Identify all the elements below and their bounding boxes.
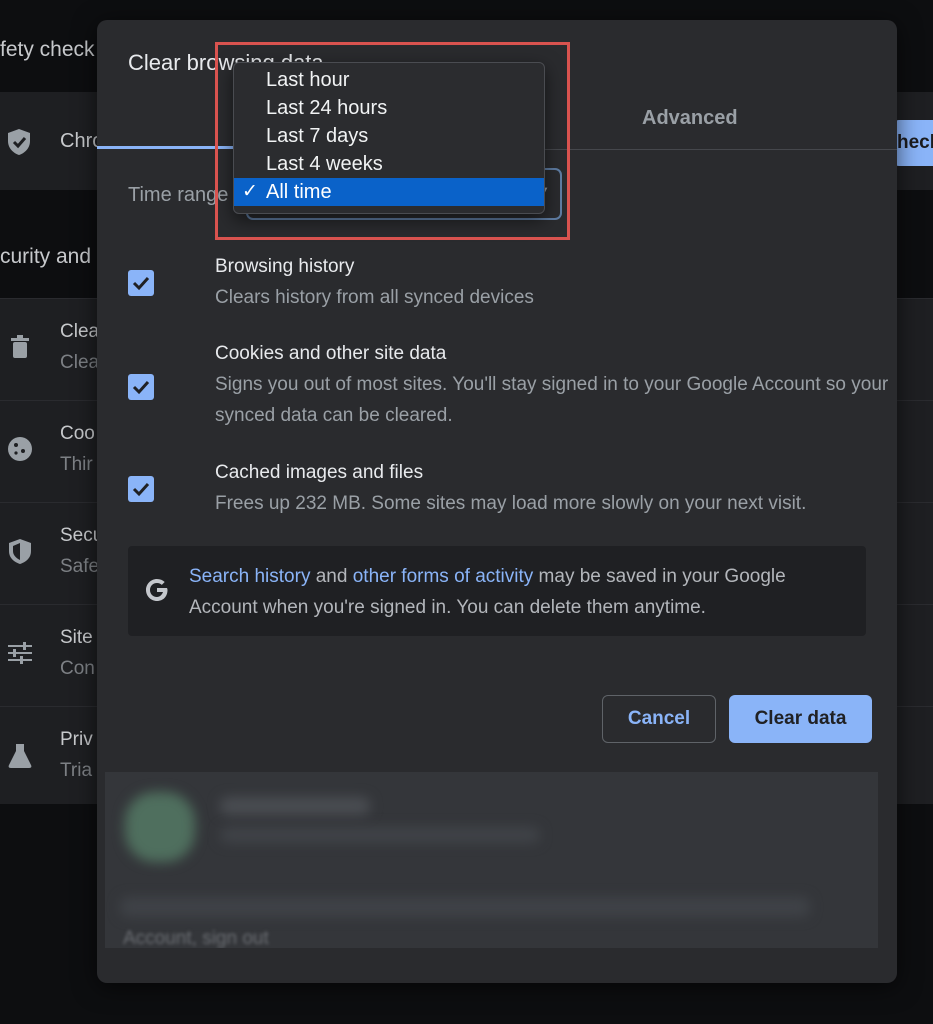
trash-icon — [11, 335, 29, 358]
checkmark-icon — [132, 276, 150, 291]
row-title: Site — [60, 627, 93, 648]
option-cached-images: Cached images and files Frees up 232 MB.… — [128, 462, 878, 522]
row-subtitle: Clea — [60, 352, 100, 373]
cookies-checkbox[interactable] — [128, 374, 154, 400]
option-description: Frees up 232 MB. Some sites may load mor… — [215, 493, 807, 514]
annotation-highlight-box — [215, 42, 570, 240]
info-text-part: and — [310, 566, 353, 587]
time-range-label: Time range — [128, 184, 229, 206]
option-title: Cached images and files — [215, 462, 424, 483]
flask-icon — [8, 744, 32, 768]
row-title: Coo — [60, 423, 95, 444]
cookie-icon — [8, 437, 32, 461]
blurred-text — [220, 827, 540, 843]
google-g-icon — [146, 579, 168, 601]
row-subtitle: Safe — [60, 556, 100, 577]
blurred-text — [220, 797, 370, 815]
checkmark-icon — [132, 482, 150, 497]
other-activity-link[interactable]: other forms of activity — [353, 566, 534, 587]
browsing-history-checkbox[interactable] — [128, 270, 154, 296]
safety-check-heading: fety check — [0, 38, 95, 61]
check-now-button[interactable]: heck — [893, 120, 933, 166]
row-subtitle: Tria — [60, 760, 93, 781]
option-description: Signs you out of most sites. You'll stay… — [215, 374, 889, 426]
cancel-button[interactable]: Cancel — [602, 695, 716, 743]
option-cookies: Cookies and other site data Signs you ou… — [128, 343, 888, 433]
search-history-link[interactable]: Search history — [189, 566, 310, 587]
option-title: Cookies and other site data — [215, 343, 447, 364]
clear-data-button[interactable]: Clear data — [729, 695, 872, 743]
tab-advanced[interactable]: Advanced — [642, 107, 738, 130]
sliders-icon — [8, 642, 32, 664]
avatar — [125, 792, 195, 862]
footer-signout-text: Account, sign out — [123, 928, 269, 948]
google-account-info: Search history and other forms of activi… — [128, 546, 866, 636]
blurred-account-footer: Account, sign out — [105, 772, 878, 948]
option-description: Clears history from all synced devices — [215, 287, 534, 308]
checkmark-icon — [132, 380, 150, 395]
cached-images-checkbox[interactable] — [128, 476, 154, 502]
row-subtitle: Con — [60, 658, 95, 679]
option-title: Browsing history — [215, 256, 355, 277]
row-subtitle: Thir — [60, 454, 93, 475]
row-title: Clea — [60, 321, 100, 342]
blurred-text — [120, 897, 810, 917]
privacy-heading: curity and — [0, 245, 92, 268]
row-title: Priv — [60, 729, 93, 750]
option-browsing-history: Browsing history Clears history from all… — [128, 256, 878, 316]
shield-icon — [9, 539, 31, 564]
info-text: Search history and other forms of activi… — [189, 561, 849, 623]
shield-check-icon — [8, 129, 30, 155]
